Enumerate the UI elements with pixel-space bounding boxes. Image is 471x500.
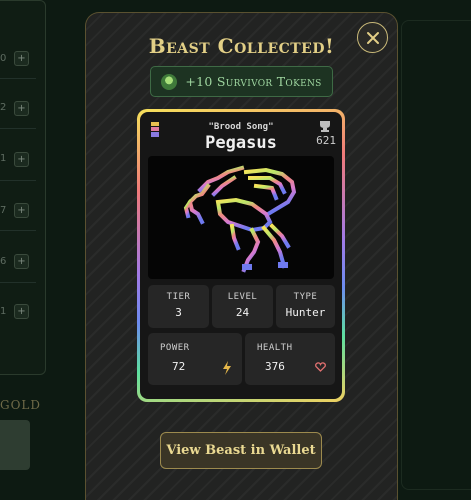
item-slot[interactable] bbox=[0, 420, 30, 470]
stat-health: HEALTH 376 bbox=[245, 333, 335, 385]
pegasus-pixel-art bbox=[183, 165, 297, 273]
stat-value: 24 bbox=[235, 306, 250, 319]
background-value: 2 bbox=[0, 102, 7, 113]
beast-art bbox=[148, 156, 334, 279]
stat-level: LEVEL 24 bbox=[212, 285, 273, 328]
background-divider bbox=[0, 78, 36, 79]
background-value: 7 bbox=[0, 205, 7, 216]
background-frame bbox=[401, 20, 471, 490]
view-beast-in-wallet-button[interactable]: View Beast in Wallet bbox=[160, 432, 322, 469]
background-plus-button[interactable]: + bbox=[14, 51, 29, 66]
stat-value: 376 bbox=[265, 360, 285, 373]
stat-label: TIER bbox=[166, 292, 191, 302]
background-divider bbox=[0, 128, 36, 129]
modal-title: Beast Collected! bbox=[148, 34, 335, 58]
background-plus-button[interactable]: + bbox=[14, 304, 29, 319]
stat-value: Hunter bbox=[285, 306, 326, 319]
lightning-icon bbox=[223, 361, 231, 375]
background-value: 6 bbox=[0, 256, 7, 267]
background-plus-button[interactable]: + bbox=[14, 101, 29, 116]
background-divider bbox=[0, 180, 36, 181]
gold-label: GOLD bbox=[0, 398, 42, 412]
background-plus-button[interactable]: + bbox=[14, 203, 29, 218]
background-value: 1 bbox=[0, 153, 7, 164]
stat-label: LEVEL bbox=[227, 292, 258, 302]
trophy-icon bbox=[320, 121, 330, 132]
beast-score: 621 bbox=[316, 134, 336, 147]
reward-badge: +10 Survivor Tokens bbox=[150, 66, 333, 97]
background-divider bbox=[0, 282, 36, 283]
reward-text: +10 Survivor Tokens bbox=[185, 74, 322, 89]
background-plus-button[interactable]: + bbox=[14, 254, 29, 269]
stat-type: TYPE Hunter bbox=[276, 285, 335, 328]
heart-icon bbox=[315, 362, 326, 372]
background-plus-button[interactable]: + bbox=[14, 152, 29, 167]
beast-card: "Brood Song" Pegasus 621 TIER 3 LEVEL 24… bbox=[137, 109, 345, 402]
stat-value: 3 bbox=[175, 306, 182, 319]
stat-tier: TIER 3 bbox=[148, 285, 209, 328]
background-value: 0 bbox=[0, 53, 7, 64]
survivor-token-icon bbox=[161, 73, 178, 90]
stat-power: POWER 72 bbox=[148, 333, 242, 385]
background-divider bbox=[0, 230, 36, 231]
beast-name: Pegasus bbox=[205, 133, 277, 153]
stat-label: TYPE bbox=[293, 292, 318, 302]
stat-label: HEALTH bbox=[257, 343, 293, 353]
background-value: 1 bbox=[0, 306, 7, 317]
stat-label: POWER bbox=[160, 343, 190, 353]
beast-subtitle: "Brood Song" bbox=[208, 122, 274, 132]
